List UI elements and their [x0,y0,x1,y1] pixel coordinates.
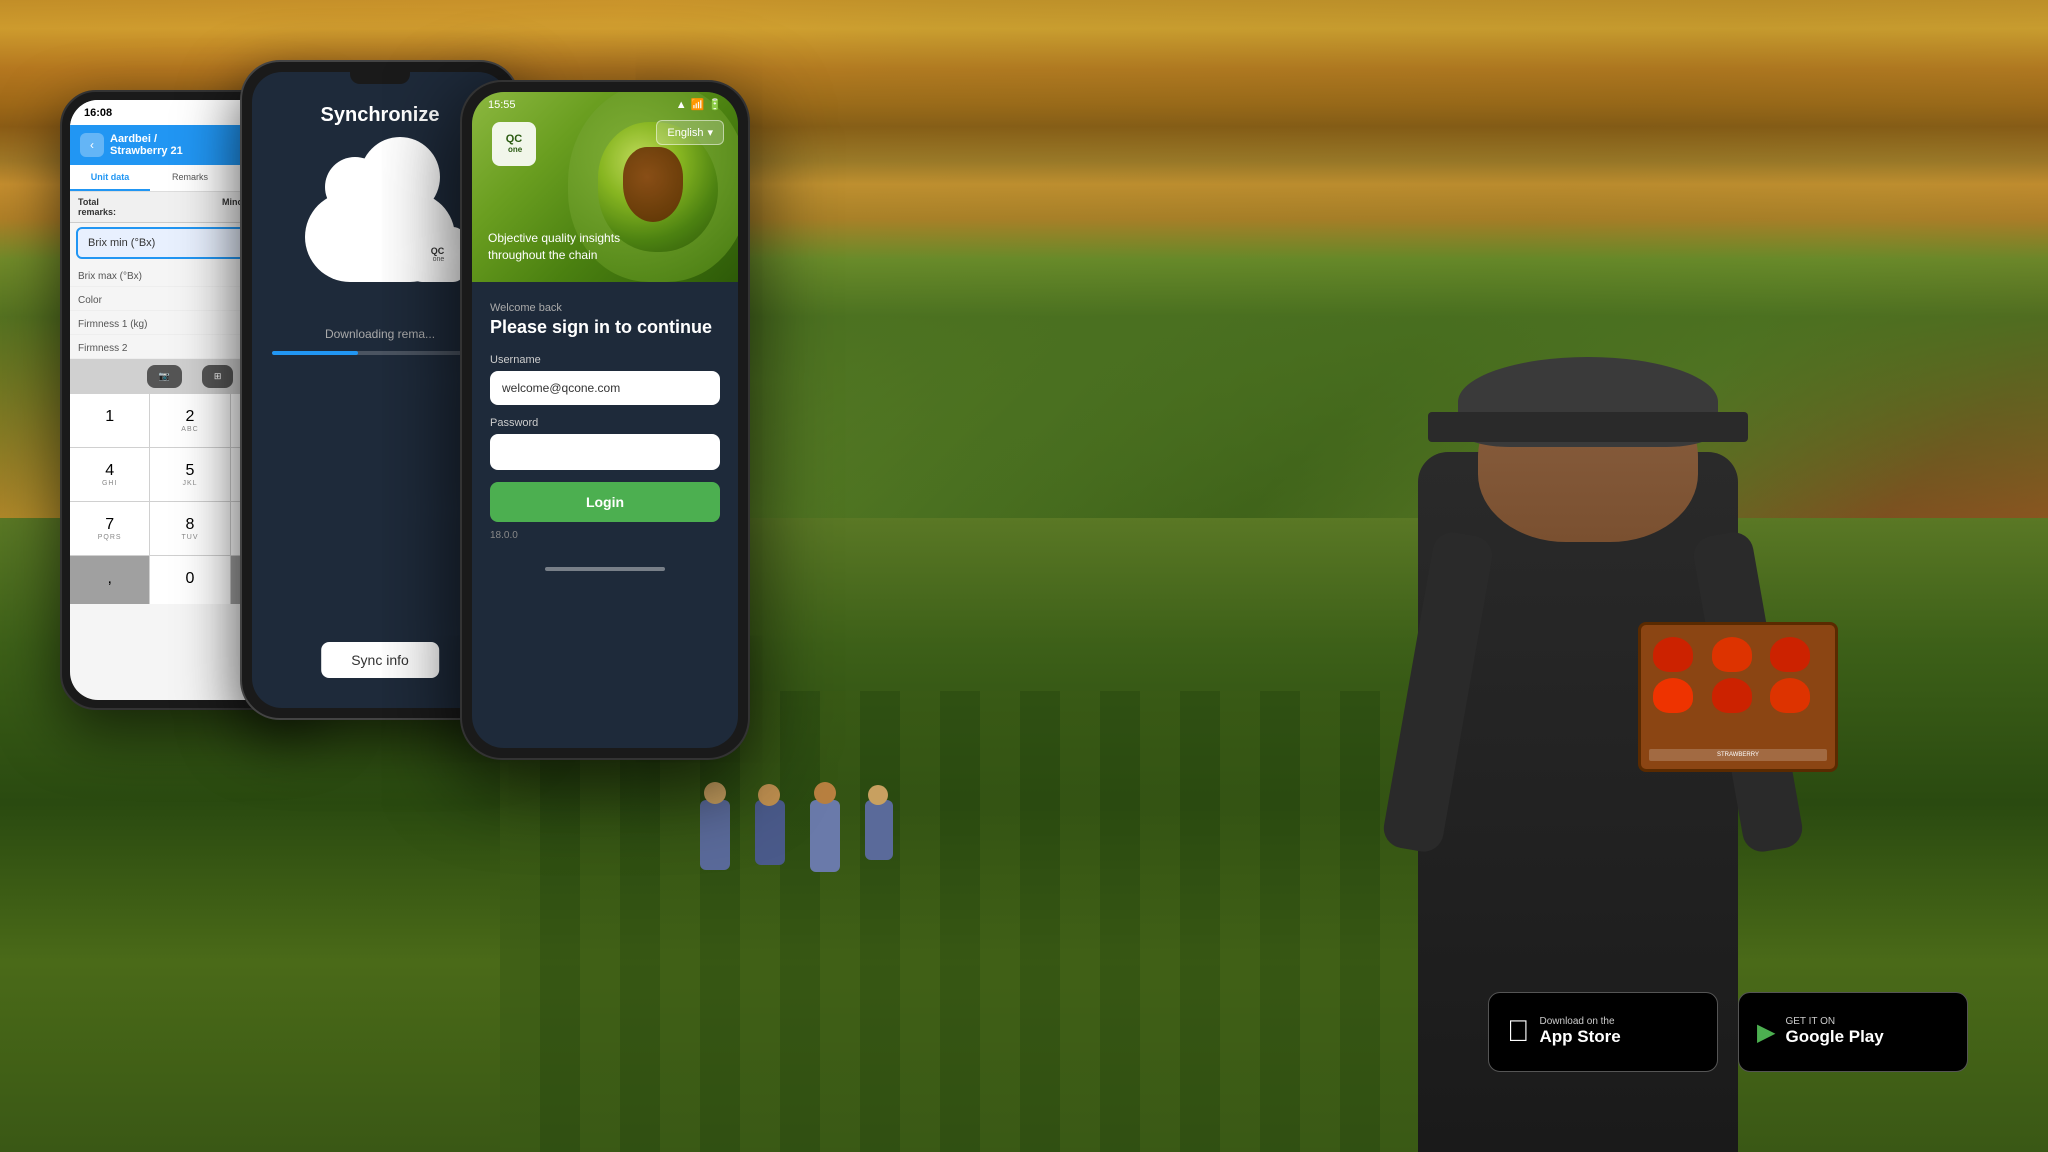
phone1-camera-button[interactable]: 📷 [147,365,182,388]
phone3-avocado-seed [623,147,683,222]
apple-icon:  [1507,1015,1530,1049]
phone3-password-label: Password [490,417,720,429]
phone3-tagline: Objective quality insights throughout th… [488,230,620,264]
phone1-key-4[interactable]: 4 GHI [70,448,149,501]
phone1-key-1[interactable]: 1 [70,394,149,447]
app-store-badges:  Download on the App Store ▶ GET IT ON … [1488,992,1968,1072]
phone3-logo-one: one [506,145,523,154]
phone1-key-8[interactable]: 8 TUV [150,502,229,555]
phone3-wifi-icon: 📶 [691,98,705,111]
phone2-cloud-wrapper: QC one [305,192,455,282]
phone2-logo-one: one [431,256,445,263]
phone3-home-indicator [545,567,665,571]
phone3-welcome-text: Welcome back [490,302,720,314]
phone3-username-value: welcome@qcone.com [502,381,620,395]
googleplay-icon: ▶ [1757,1018,1775,1047]
appstore-badge[interactable]:  Download on the App Store [1488,992,1718,1072]
phone1-back-button[interactable]: ‹ [80,133,104,157]
phone3-status-bar: 15:55 ▲ 📶 🔋 [472,92,738,117]
phone2-sync-button[interactable]: Sync info [321,642,439,678]
phone2-progress-bar [272,351,488,355]
appstore-sub-label: Download on the [1540,1016,1621,1027]
phone1-firmness2-label: Firmness 2 [78,343,127,354]
phone1-tab-unitdata[interactable]: Unit data [70,165,150,191]
phone1-brix-min-label: Brix min (°Bx) [88,237,155,249]
phone3-qc-box: QC one [492,122,536,166]
phone3-username-input[interactable]: welcome@qcone.com [490,371,720,405]
phone3-language-arrow: ▾ [707,126,713,139]
phone1-color-label: Color [78,295,102,306]
phone3-logo-area: QC one [492,122,536,166]
phone3-version: 18.0.0 [490,530,720,541]
phones-container: 16:08 ▪▪▪ 📶 🔋 ‹ Aardbei / Strawberry 21 [60,60,840,860]
phone2-logo-qc: QC [431,247,445,256]
phone1-scanner-icon: ⊞ [214,371,222,382]
phone1-nav-title1: Aardbei / [110,133,183,145]
phone1-nav-title2: Strawberry 21 [110,145,183,157]
phone3-login-button[interactable]: Login [490,482,720,522]
phone1-key-comma[interactable]: , [70,556,149,604]
phone3-hero: 15:55 ▲ 📶 🔋 [472,92,738,282]
phone3-time: 15:55 [488,99,516,111]
phone1-firmness1-label: Firmness 1 (kg) [78,319,147,330]
appstore-badge-text: Download on the App Store [1540,1016,1621,1047]
phone3-language-label: English [667,127,703,139]
phone1-time: 16:08 [84,107,112,119]
phone3-language-button[interactable]: English ▾ [656,120,724,145]
phone3-logo-qc: QC [506,134,523,145]
phone1-key-5[interactable]: 5 JKL [150,448,229,501]
phone2-qc-logo: QC one [410,227,465,282]
phone1-tab-remarks[interactable]: Remarks [150,165,230,191]
googleplay-sub-label: GET IT ON [1785,1016,1883,1027]
scene: STRAWBERRY 16:08 ▪▪▪ 📶 🔋 [0,0,2048,1152]
phone1-key-2[interactable]: 2 ABC [150,394,229,447]
googleplay-main-label: Google Play [1785,1027,1883,1047]
phone1-key-7[interactable]: 7 PQRS [70,502,149,555]
phone3-tagline-line2: throughout the chain [488,247,620,264]
phone1-key-0[interactable]: 0 [150,556,229,604]
phone2-progress-fill [272,351,358,355]
phone1-brix-max-label: Brix max (°Bx) [78,271,142,282]
phone3-password-input[interactable] [490,434,720,470]
appstore-main-label: App Store [1540,1027,1621,1047]
phone1-scanner-button[interactable]: ⊞ [202,365,234,388]
phone2-notch [350,72,410,84]
phone1-camera-icon: 📷 [159,371,170,382]
phone1-col1-header: Totalremarks: [78,197,222,217]
phone3-login-title: Please sign in to continue [490,317,720,338]
phone3-username-label: Username [490,354,720,366]
phone3-login-area: Welcome back Please sign in to continue … [472,282,738,557]
googleplay-badge[interactable]: ▶ GET IT ON Google Play [1738,992,1968,1072]
phone3-tagline-line1: Objective quality insights [488,230,620,247]
phone3-screen: 15:55 ▲ 📶 🔋 [472,92,738,748]
phone-login: 15:55 ▲ 📶 🔋 [460,80,750,760]
phone3-signal-icon: ▲ [676,99,687,111]
googleplay-badge-text: GET IT ON Google Play [1785,1016,1883,1047]
phone3-battery-icon: 🔋 [708,98,722,111]
phone3-status-icons: ▲ 📶 🔋 [676,98,722,111]
